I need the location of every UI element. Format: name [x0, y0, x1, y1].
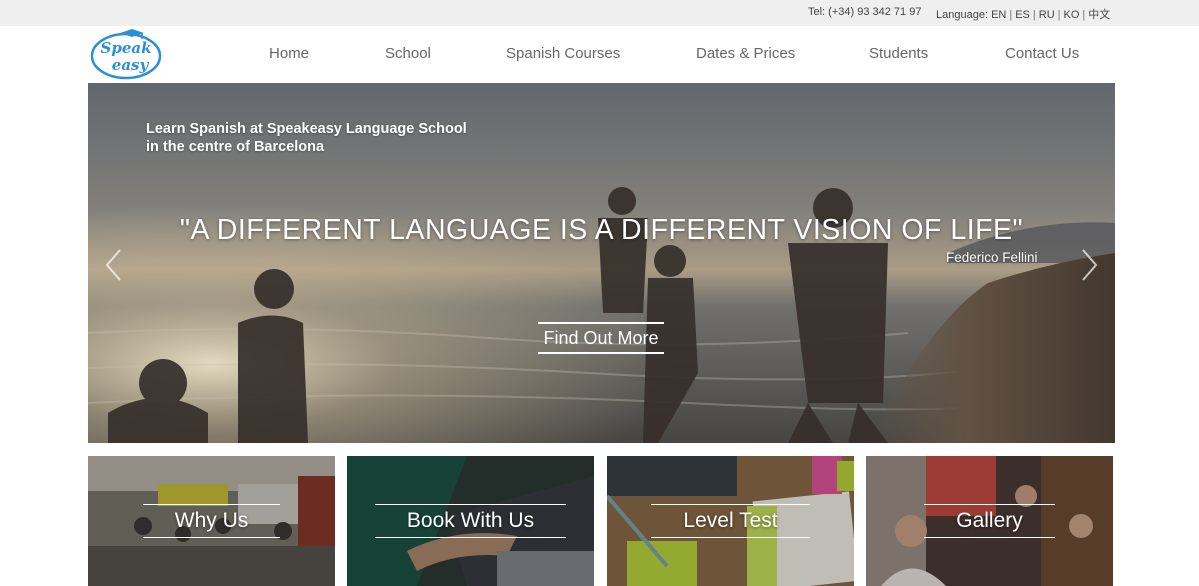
language-ru[interactable]: RU [1039, 9, 1055, 21]
tile-gallery[interactable]: Gallery [866, 456, 1113, 586]
tile-why-us[interactable]: Why Us [88, 456, 335, 586]
nav-school[interactable]: School [385, 45, 431, 62]
tile-label-gallery: Gallery [924, 504, 1055, 538]
language-ko[interactable]: KO [1064, 9, 1080, 21]
main-nav: Home School Spanish Courses Dates & Pric… [0, 45, 1199, 65]
language-label: Language: [936, 9, 988, 21]
separator: | [1057, 9, 1061, 21]
nav-students[interactable]: Students [869, 45, 928, 62]
tile-label-book-with-us: Book With Us [374, 504, 567, 538]
find-out-more-button[interactable]: Find Out More [538, 322, 664, 354]
nav-contact-us[interactable]: Contact Us [1005, 45, 1079, 62]
language-zh[interactable]: 中文 [1088, 9, 1110, 21]
tile-label-level-test: Level Test [651, 504, 810, 538]
hero-intro: Learn Spanish at Speakeasy Language Scho… [146, 120, 566, 156]
language-switcher: Language: EN | ES | RU | KO | 中文 [936, 6, 1110, 22]
separator: | [1032, 9, 1036, 21]
separator: | [1009, 9, 1013, 21]
nav-dates-prices[interactable]: Dates & Prices [696, 45, 795, 62]
site-header: Speak easy Home School Spanish Courses D… [0, 26, 1199, 83]
nav-home[interactable]: Home [269, 45, 309, 62]
telephone-number[interactable]: Tel: (+34) 93 342 71 97 [808, 6, 921, 18]
hero-slider: Learn Spanish at Speakeasy Language Scho… [88, 83, 1115, 443]
separator: | [1082, 9, 1086, 21]
chevron-left-icon[interactable] [104, 248, 124, 282]
hero-quote-author: Federico Fellini [946, 250, 1038, 265]
language-es[interactable]: ES [1015, 9, 1030, 21]
tile-level-test[interactable]: Level Test [607, 456, 854, 586]
tile-book-with-us[interactable]: Book With Us [347, 456, 594, 586]
hero-intro-line1: Learn Spanish at Speakeasy Language Scho… [146, 121, 467, 137]
chevron-right-icon[interactable] [1079, 248, 1099, 282]
nav-spanish-courses[interactable]: Spanish Courses [506, 45, 620, 62]
hero-quote: "A DIFFERENT LANGUAGE IS A DIFFERENT VIS… [179, 214, 1024, 246]
hero-intro-line2: in the centre of Barcelona [146, 139, 325, 155]
language-en[interactable]: EN [991, 9, 1006, 21]
top-bar: Tel: (+34) 93 342 71 97 Language: EN | ES |… [0, 0, 1199, 26]
tile-label-why-us: Why Us [142, 504, 281, 538]
